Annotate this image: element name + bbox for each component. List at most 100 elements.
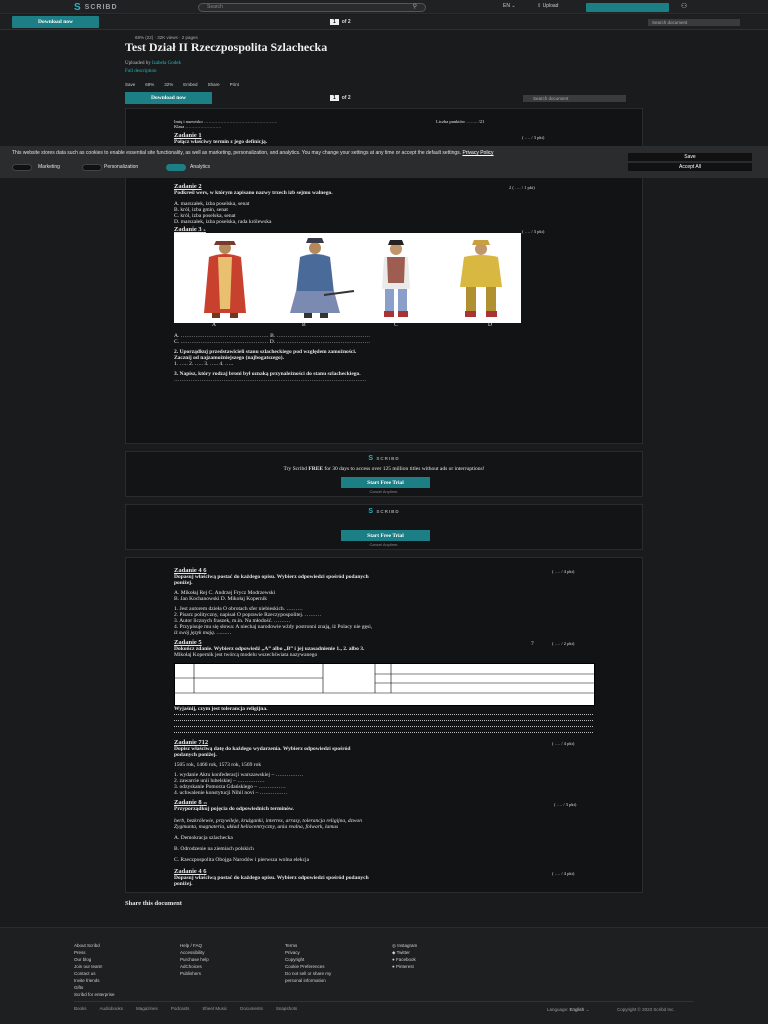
footer-link[interactable]: Contact us <box>74 970 115 977</box>
page-indicator-secondary: 1 of 2 <box>330 95 351 101</box>
footer-col-social: ◎ Instagram ◆ Twitter ● Facebook ● Pinte… <box>392 942 417 970</box>
figure-label-a: A <box>212 322 216 328</box>
task-7-text-2: podanych poniżej. <box>174 752 217 758</box>
footer-col-about: About Scribd Press Our blog Join our tea… <box>74 942 115 998</box>
uploader-link[interactable]: Izabela Godek <box>152 61 181 66</box>
footer-link[interactable]: Documents <box>240 1006 263 1011</box>
marketing-toggle[interactable] <box>12 164 32 171</box>
free-trial-promo-2: S SCRIBD Start Free Trial Cancel Anytime… <box>125 504 643 550</box>
figure-b <box>290 238 355 318</box>
task-8-terms: Zygmunta, magnateria, układ heliocentryc… <box>174 824 339 830</box>
instagram-link[interactable]: ◎ Instagram <box>392 942 417 949</box>
answer-dotted-line <box>174 732 593 733</box>
footer-link[interactable]: Purchase help <box>180 956 209 963</box>
upload-button[interactable]: ⇪ Upload <box>537 3 558 9</box>
figure-label-c: C <box>394 322 398 328</box>
footer-link[interactable]: Magazines <box>136 1006 158 1011</box>
task-8-text: Przyporządkuj pojęcia do odpowiednich te… <box>174 806 294 812</box>
search-icon: ⚲ <box>412 4 417 10</box>
footer-link[interactable]: Books <box>74 1006 87 1011</box>
task-5-text-2: Mikołaj Kopernik jest twórcą modelu wsze… <box>174 652 318 658</box>
footer-link[interactable]: Copyright <box>285 956 331 963</box>
footer-link[interactable]: Accessibility <box>180 949 209 956</box>
footer-link[interactable]: Publishers <box>180 970 209 977</box>
language-switcher[interactable]: Language: English ⌄ <box>547 1007 589 1013</box>
pinterest-link[interactable]: ● Pinterest <box>392 963 417 970</box>
footer-link[interactable]: AdChoices <box>180 963 209 970</box>
footer-link[interactable]: Snapshots <box>276 1006 297 1011</box>
footer-col-support: Help / FAQ Accessibility Purchase help A… <box>180 942 209 977</box>
page-number-input-secondary[interactable]: 1 <box>330 95 339 101</box>
figure-c <box>382 240 410 317</box>
noblemen-illustration <box>174 233 521 323</box>
points-line: Liczba punktów …….. /21 <box>436 119 485 124</box>
table-grid <box>175 664 596 694</box>
language-selector[interactable]: EN ⌄ <box>503 3 516 9</box>
user-icon[interactable]: ⚇ <box>681 2 687 10</box>
full-description-link[interactable]: Full description <box>125 69 157 74</box>
uploader-line: Uploaded by Izabela Godek <box>125 61 181 66</box>
task-4b-text: Dopasuj właściwą postać do każdego opisu… <box>174 875 369 881</box>
task-1-points: ( …. / 3 pkt) <box>522 135 545 140</box>
save-action[interactable]: Save <box>125 82 135 87</box>
footer-link[interactable]: Cookie Preferences <box>285 963 331 970</box>
personalization-label: Personalization <box>104 164 139 170</box>
download-button[interactable]: Download now <box>12 16 99 28</box>
facebook-link[interactable]: ● Facebook <box>392 956 417 963</box>
embed-action[interactable]: Embed <box>183 82 197 87</box>
figure-d <box>460 240 502 317</box>
task-2-points: 2 ( …. / 1 pkt) <box>509 185 535 190</box>
footer-link[interactable]: Invite friends <box>74 977 115 984</box>
share-action[interactable]: Share <box>208 82 220 87</box>
footer-col-legal: Terms Privacy Copyright Cookie Preferenc… <box>285 942 331 984</box>
page-number-input[interactable]: 1 <box>330 19 339 25</box>
free-trial-promo: S SCRIBD Try Scribd FREE for 30 days to … <box>125 451 643 497</box>
upvote-action[interactable]: 68% <box>145 82 154 87</box>
search-document-input-secondary[interactable]: Search document <box>523 95 626 102</box>
task-4b-text-2: poniżej. <box>174 881 193 887</box>
cookie-accept-all-button[interactable]: Accept All <box>628 163 752 171</box>
scribd-mark-icon: S <box>368 508 375 515</box>
twitter-icon: ◆ <box>392 950 396 955</box>
footer-link[interactable]: About Scribd <box>74 942 115 949</box>
read-free-button[interactable] <box>586 3 669 12</box>
privacy-policy-link[interactable]: Privacy Policy <box>462 150 493 156</box>
footer-link[interactable]: personal information <box>285 977 331 984</box>
footer-link[interactable]: Privacy <box>285 949 331 956</box>
promo-logo: S SCRIBD <box>368 508 400 515</box>
footer-link[interactable]: Do not sell or share my <box>285 970 331 977</box>
start-free-trial-button[interactable]: Start Free Trial <box>341 477 430 488</box>
footer-link[interactable]: Our blog <box>74 956 115 963</box>
footer-link[interactable]: Join our team! <box>74 963 115 970</box>
task-3-points: ( …. / 3 pkt) <box>522 229 545 234</box>
task-8-option: B. Odrodzenie na ziemiach polskich <box>174 846 254 852</box>
footer-link[interactable]: Audiobooks <box>100 1006 124 1011</box>
analytics-toggle[interactable] <box>166 164 186 171</box>
footer-link[interactable]: Press <box>74 949 115 956</box>
cookie-save-button[interactable]: Save <box>628 153 752 161</box>
analytics-label: Analytics <box>190 164 211 170</box>
footer-link[interactable]: Gifts <box>74 984 115 991</box>
scribd-logo[interactable]: S SCRIBD <box>74 2 118 13</box>
footer: About Scribd Press Our blog Join our tea… <box>0 927 768 1024</box>
download-button-secondary[interactable]: Download now <box>125 92 212 104</box>
task-4-text-2: poniżej. <box>174 580 193 586</box>
start-free-trial-button[interactable]: Start Free Trial <box>341 530 430 541</box>
figure-label-b: B <box>302 322 306 328</box>
promo-text: Try Scribd FREE for 30 days to access ov… <box>283 466 485 472</box>
facebook-icon: ● <box>392 957 395 962</box>
task-7-points: ( …. / 4 pkt) <box>552 741 575 746</box>
footer-link[interactable]: Help / FAQ <box>180 942 209 949</box>
chevron-down-icon: ⌄ <box>585 1007 590 1012</box>
footer-link[interactable]: Terms <box>285 942 331 949</box>
twitter-link[interactable]: ◆ Twitter <box>392 949 417 956</box>
print-action[interactable]: Print <box>230 82 239 87</box>
footer-link[interactable]: Scribd for enterprise <box>74 991 115 998</box>
downvote-action[interactable]: 32% <box>164 82 173 87</box>
search-document-input[interactable]: Search document <box>648 19 740 26</box>
task-5-answer-table <box>174 663 596 706</box>
footer-link[interactable]: Podcasts <box>171 1006 190 1011</box>
footer-link[interactable]: Sheet Music <box>202 1006 227 1011</box>
personalization-toggle[interactable] <box>82 164 102 171</box>
search-input[interactable]: Search ⚲ <box>198 3 426 12</box>
